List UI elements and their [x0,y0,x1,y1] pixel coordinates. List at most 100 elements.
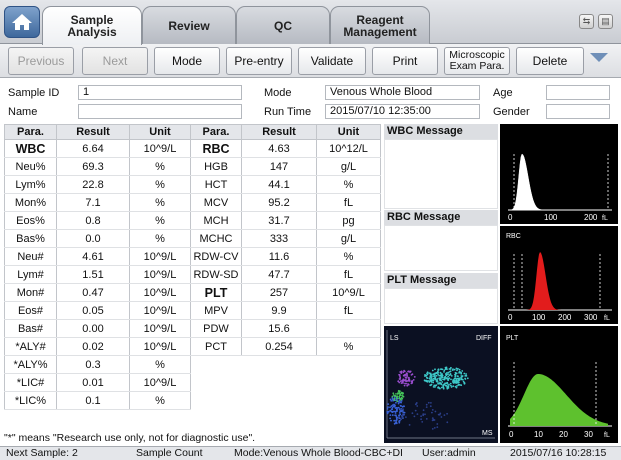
validate-button[interactable]: Validate [298,47,366,75]
table-row: Bas# 0.00 10^9/L PDW 15.6 [4,319,381,338]
scatter-point [453,381,456,384]
sample-id-field[interactable]: 1 [78,85,242,100]
scatter-point [436,423,439,425]
mode-button[interactable]: Mode [154,47,220,75]
pre-entry-button[interactable]: Pre-entry [226,47,292,75]
param-cell: MCHC [190,229,242,248]
scatter-point [439,374,442,377]
scatter-point [442,385,445,388]
param-cell: Bas% [4,229,57,248]
scatter-point [432,381,435,384]
scatter-point [401,416,404,419]
scatter-point [456,375,459,377]
scatter-point [458,381,460,384]
scatter-point [454,374,457,377]
scatter-point [428,372,431,375]
microscopic-exam-button[interactable]: Microscopic Exam Para. [444,47,510,75]
plt-tick-10: 10 [534,430,543,439]
rbc-tick-200: 200 [558,313,572,322]
scatter-point [401,405,404,408]
plt-graph-title: PLT [506,335,519,342]
next-sample-status: Next Sample: 2 [6,447,78,459]
scatter-point [406,384,409,387]
scatter-point [397,389,400,392]
param-cell: Bas# [4,319,57,338]
unit-cell: % [129,355,191,374]
scatter-point [461,375,464,377]
gender-field[interactable] [546,104,610,119]
scatter-point [439,412,442,415]
gender-label: Gender [493,106,530,118]
scatter-point [437,386,439,389]
wbc-message-header: WBC Message [384,124,498,139]
unit-cell: pg [316,211,381,230]
scatter-point [440,382,442,385]
scatter-point [398,412,401,414]
scatter-point [431,428,434,430]
scatter-point [394,412,397,414]
tab-qc[interactable]: QC [236,6,330,44]
unit-cell: 10^9/L [129,139,191,158]
scatter-point [402,378,405,381]
scatter-point [424,375,426,377]
scatter-point [445,372,448,374]
table-row: Bas% 0.0% MCHC 333 g/L [4,229,381,248]
wbc-histogram: 0 100 200 fL [500,124,618,224]
scatter-point [396,400,399,403]
tab-review[interactable]: Review [142,6,236,44]
print-button[interactable]: Print [372,47,438,75]
result-cell [241,355,317,374]
next-button[interactable]: Next [82,47,148,75]
scatter-point [439,371,442,374]
scatter-point [397,416,400,419]
scatter-point [403,370,406,373]
scatter-point [413,415,416,418]
switch-icon[interactable]: ⇆ [579,14,594,29]
scatter-point [397,402,400,405]
scatter-point [397,380,400,383]
tab-sample-analysis[interactable]: Sample Analysis [42,6,142,45]
scatter-point [401,413,404,416]
scatter-point [441,381,444,383]
sample-id-label: Sample ID [8,87,60,99]
scatter-point [453,368,456,371]
result-cell: 0.8 [56,211,130,230]
scatter-point [412,379,415,381]
unit-cell: fL [316,301,381,320]
scatter-point [441,373,443,375]
unit-cell [316,319,381,338]
plt-message-area [384,288,498,324]
result-cell [241,391,317,410]
scatter-point [434,376,437,379]
col-header-result: Result [241,124,317,140]
scatter-point [407,370,409,373]
mode-label: Mode [264,87,292,99]
scatter-point [401,415,404,417]
scatter-point [422,409,425,412]
result-cell: 11.6 [241,247,317,266]
tab-reagent-management[interactable]: Reagent Management [330,6,430,44]
scatter-point [399,393,402,396]
scatter-point [458,371,461,373]
scatter-point [448,377,451,379]
scatter-point [438,377,441,380]
table-row: Eos# 0.05 10^9/L MPV 9.9 fL [4,301,381,320]
name-field[interactable] [78,104,242,119]
tab-label-line2: Management [343,24,417,39]
scatter-point [458,368,461,371]
table-row: Mon% 7.1% MCV 95.2 fL [4,193,381,212]
home-button[interactable] [4,6,40,38]
more-dropdown-icon[interactable] [590,53,608,62]
scatter-point [449,382,452,385]
scatter-point [450,375,453,377]
previous-button[interactable]: Previous [8,47,74,75]
rbc-histogram: RBC 0 100 200 300 fL [500,226,618,324]
param-cell: *ALY# [4,337,57,356]
printer-icon[interactable]: ▤ [598,14,613,29]
delete-button[interactable]: Delete [516,47,584,75]
scatter-point [430,383,433,386]
age-field[interactable] [546,85,610,100]
scatter-point [462,380,465,383]
scatter-point [395,421,398,424]
scatter-point [464,378,467,380]
